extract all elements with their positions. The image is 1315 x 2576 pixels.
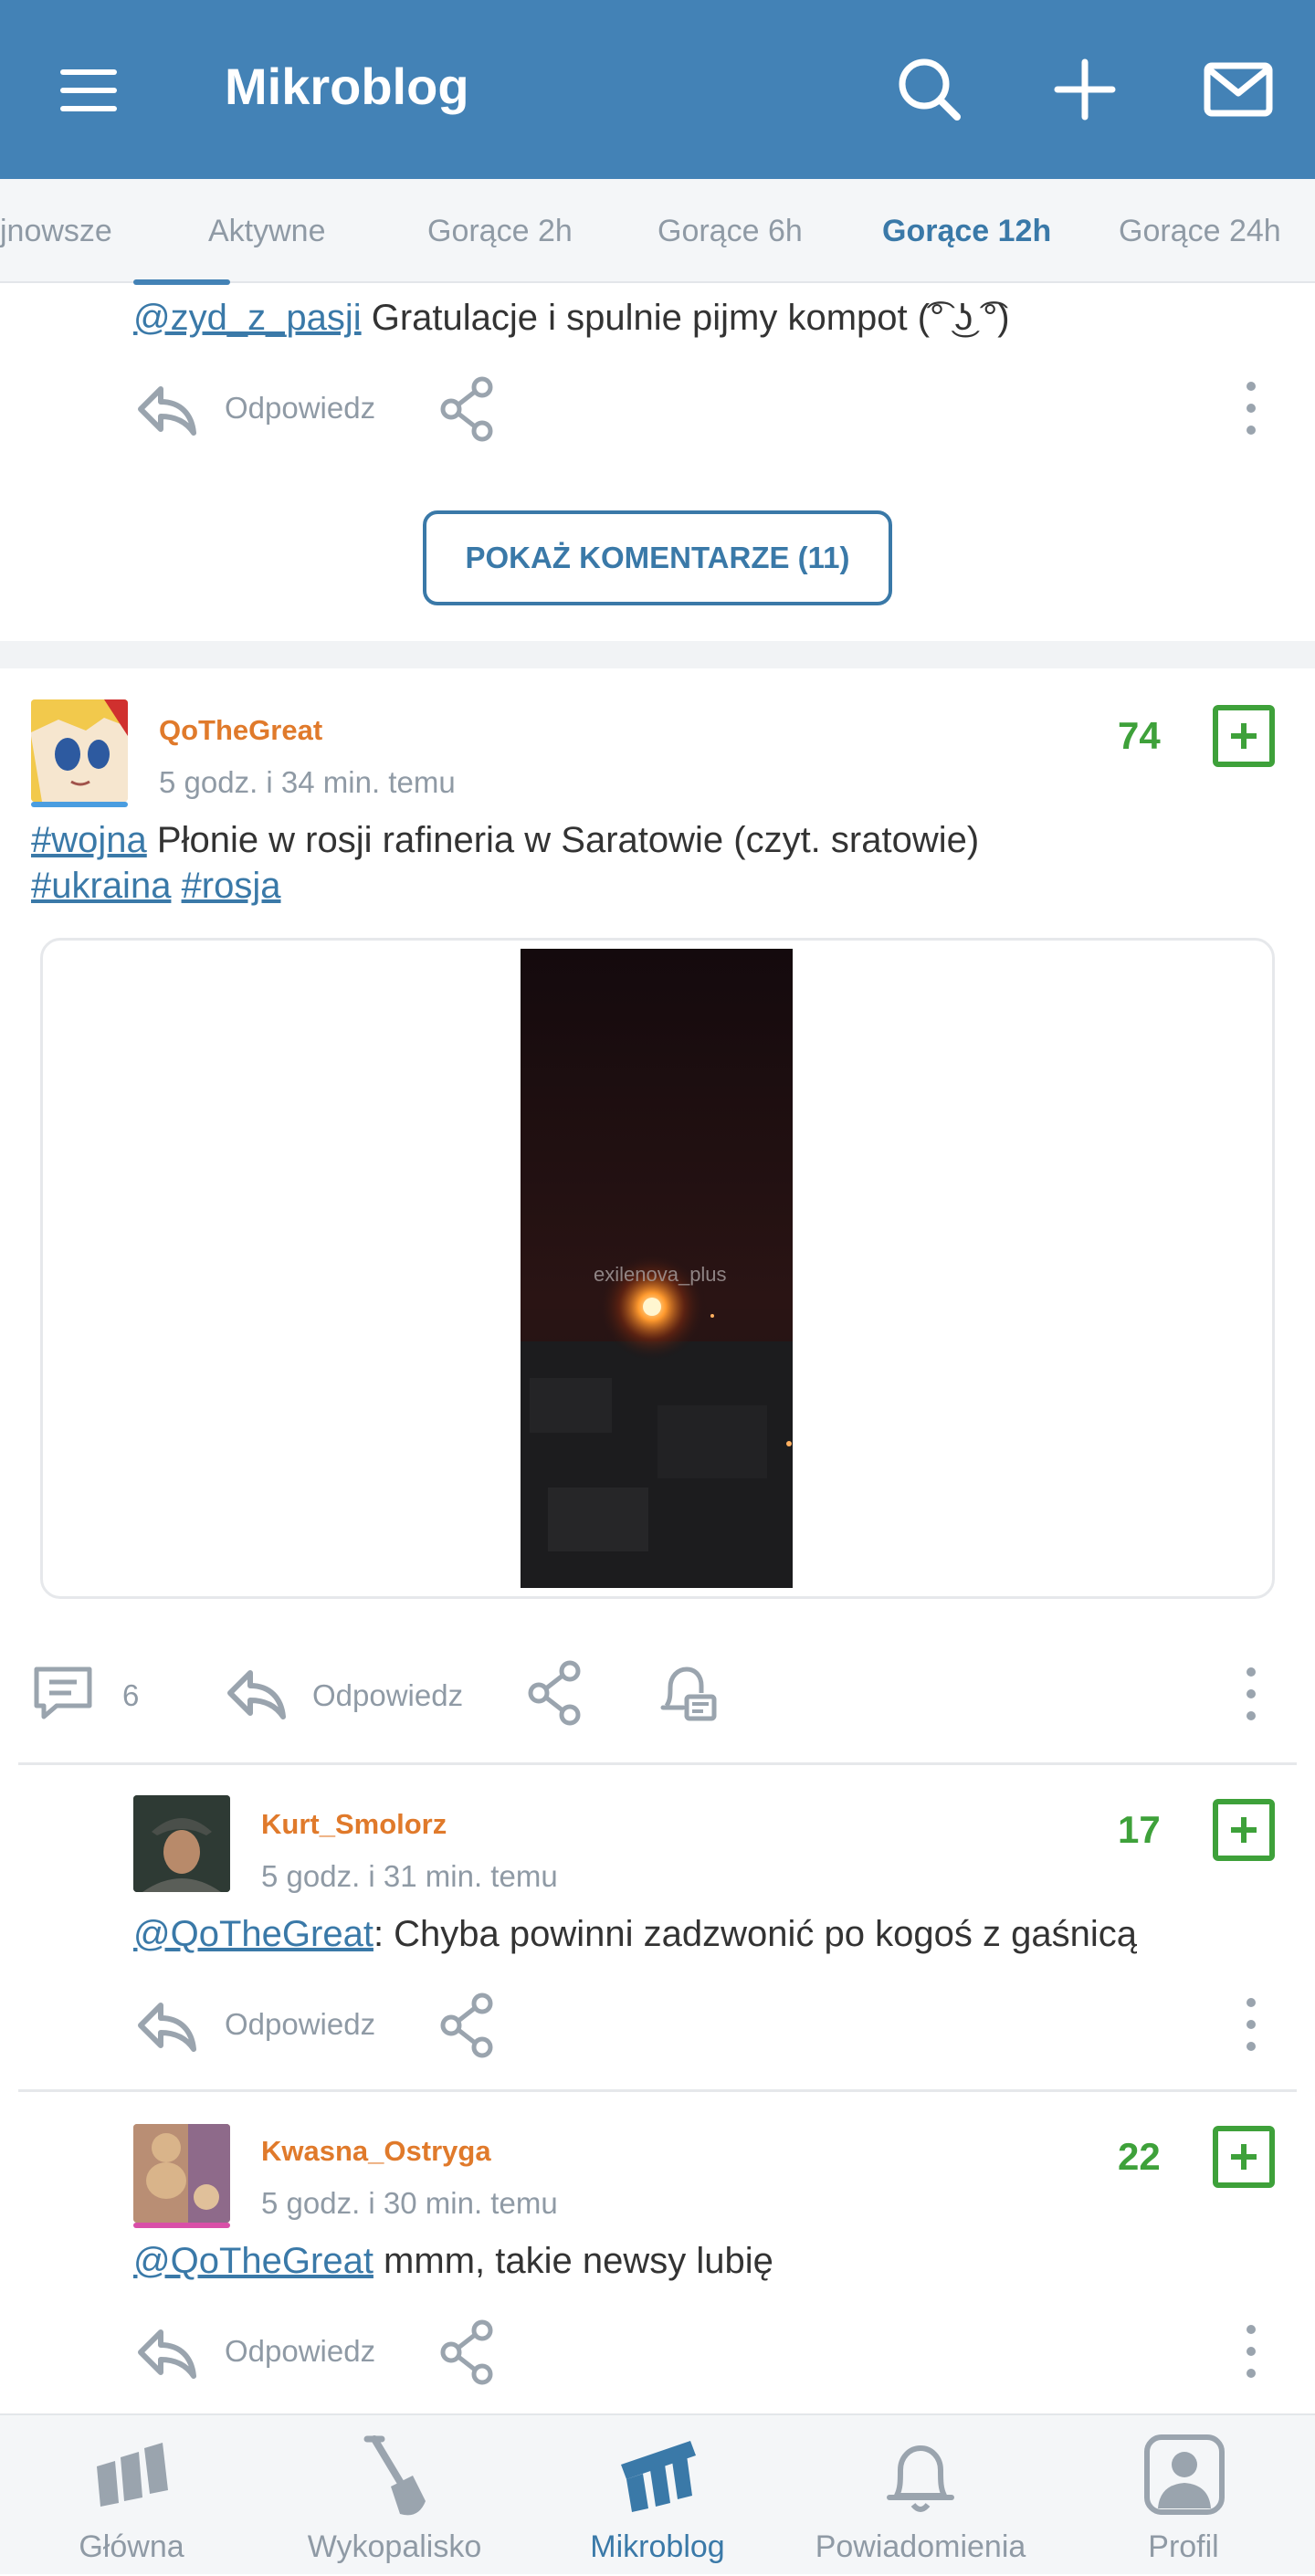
nav-label: Powiadomienia [815,2529,1026,2564]
mention-link[interactable]: @QoTheGreat [133,1914,373,1954]
upvote-button[interactable] [1213,2126,1275,2188]
prev-comment-text: @zyd_z_pasji Gratulacje i spulnie pijmy … [133,298,1010,338]
tab-gorace-6h[interactable]: Gorące 6h [658,214,803,249]
comment-text: @QoTheGreat mmm, takie newsy lubię [133,2241,773,2281]
comment-author[interactable]: Kurt_Smolorz [261,1808,447,1841]
share-icon[interactable] [438,1992,497,2058]
plus-icon[interactable] [1048,53,1121,126]
filter-tabs: jnowsze Aktywne Gorące 2h Gorące 6h Gorą… [0,179,1315,283]
mention-link[interactable]: @QoTheGreat [133,2241,373,2281]
tab-gorace-24h[interactable]: Gorące 24h [1119,214,1281,249]
bell-icon [887,2445,954,2512]
share-icon[interactable] [438,2319,497,2385]
reply-button[interactable]: Odpowiedz [225,2007,375,2042]
nav-profil[interactable]: Profil [1052,2415,1315,2576]
menu-icon[interactable] [51,60,128,121]
avatar-status-bar [133,2223,230,2228]
search-icon[interactable] [893,53,966,126]
nav-wykopalisko[interactable]: Wykopalisko [263,2415,526,2576]
upvote-button[interactable] [1213,705,1275,767]
mikroblog-logo-icon [621,2441,696,2512]
comment-count: 6 [122,1678,140,1712]
tab-gorace-12h[interactable]: Gorące 12h [882,214,1051,249]
reply-icon[interactable] [223,1660,289,1726]
nav-label: Główna [79,2529,184,2564]
hashtag-link[interactable]: #ukraina [31,866,171,906]
video-watermark: exilenova_plus [594,1263,727,1286]
notification-subscribe-icon[interactable] [656,1662,720,1726]
more-options-icon[interactable] [1233,1992,1269,2056]
post-vote-count: 74 [1118,714,1161,757]
avatar[interactable] [133,2124,230,2223]
comment-vote-count: 17 [1118,1808,1161,1851]
share-icon[interactable] [526,1660,584,1726]
more-options-icon[interactable] [1233,1662,1269,1726]
wykop-logo-icon [97,2443,168,2507]
top-app-bar: Mikroblog [0,0,1315,179]
reply-button[interactable]: Odpowiedz [225,391,375,426]
mail-icon[interactable] [1202,53,1275,126]
scroll-indicator [133,279,230,285]
comments-icon[interactable] [31,1664,95,1722]
reply-button[interactable]: Odpowiedz [312,1678,463,1713]
profile-icon [1144,2434,1225,2515]
reply-button[interactable]: Odpowiedz [225,2334,375,2369]
show-comments-button[interactable]: POKAŻ KOMENTARZE (11) [423,510,892,605]
reply-icon[interactable] [133,376,199,442]
avatar-status-bar [31,802,128,807]
divider [18,2089,1297,2092]
more-options-icon[interactable] [1233,376,1269,440]
avatar[interactable] [133,1795,230,1892]
upvote-button[interactable] [1213,1799,1275,1861]
post-text-line2: #ukraina #rosja [31,866,281,907]
nav-glowna[interactable]: Główna [0,2415,263,2576]
more-options-icon[interactable] [1233,2319,1269,2383]
comment-vote-count: 22 [1118,2135,1161,2178]
shovel-icon [363,2435,426,2516]
avatar[interactable] [31,699,128,802]
nav-label: Wykopalisko [307,2529,482,2564]
comment-timestamp: 5 godz. i 30 min. temu [261,2186,558,2220]
reply-icon[interactable] [133,2319,199,2385]
tab-aktywne[interactable]: Aktywne [208,214,326,249]
post-author[interactable]: QoTheGreat [159,714,322,747]
post-text-line1: #wojna Płonie w rosji rafineria w Sarato… [31,820,980,860]
mention-link[interactable]: @zyd_z_pasji [133,298,362,338]
tab-gorace-2h[interactable]: Gorące 2h [427,214,573,249]
nav-powiadomienia[interactable]: Powiadomienia [789,2415,1052,2576]
tab-najnowsze[interactable]: jnowsze [0,214,112,249]
section-divider [0,641,1315,668]
hashtag-link[interactable]: #rosja [182,866,281,906]
nav-mikroblog[interactable]: Mikroblog [526,2415,789,2576]
nav-label: Profil [1148,2529,1219,2564]
comment-timestamp: 5 godz. i 31 min. temu [261,1859,558,1893]
comment-author[interactable]: Kwasna_Ostryga [261,2135,491,2168]
bottom-navigation: Główna Wykopalisko Mikroblog Powiadomien… [0,2413,1315,2574]
share-icon[interactable] [438,376,497,442]
comment-text: @QoTheGreat: Chyba powinni zadzwonić po … [133,1914,1137,1954]
video-thumbnail[interactable]: exilenova_plus [521,949,793,1588]
app-title: Mikroblog [225,58,469,115]
divider [18,1762,1297,1765]
reply-icon[interactable] [133,1992,199,2058]
post-timestamp: 5 godz. i 34 min. temu [159,765,456,799]
hashtag-link[interactable]: #wojna [31,820,147,860]
nav-label: Mikroblog [590,2529,725,2564]
